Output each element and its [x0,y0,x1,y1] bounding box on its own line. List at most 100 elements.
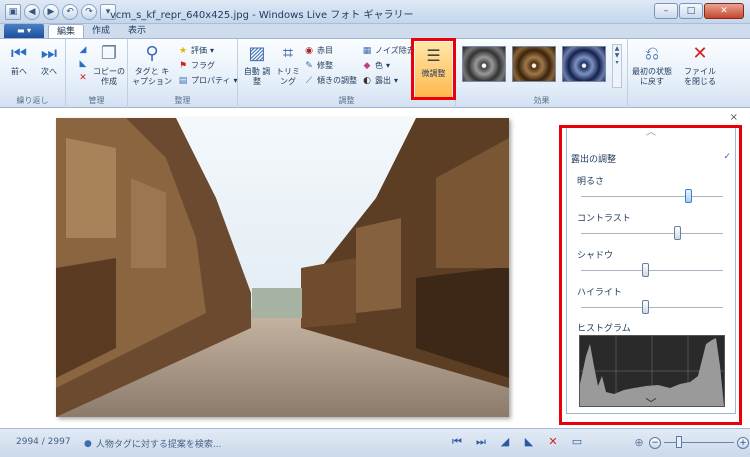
auto-adjust-button[interactable]: ▨ 自動 調整 [242,43,272,87]
rating-label: 評価 [191,46,207,55]
color-button[interactable]: ◆ 色 ▾ [362,60,390,71]
people-tag-hint[interactable]: ● 人物タグに対する提案を検索... [84,437,222,451]
status-actions: ⏮ ⏭ ◢ ◣ ✕ ▭ [450,435,584,449]
copy-icon: ❐ [100,43,118,64]
next-button[interactable]: ⏭ 次へ [36,43,62,77]
prev-button[interactable]: ⏮ 前へ [6,43,32,77]
color-label: 色 [375,61,383,70]
ribbon-tabs: ▬ ▾ 編集 作成 表示 [0,24,750,38]
copy-label: コピーの作成 [93,67,125,86]
ribbon: ⏮ 前へ ⏭ 次へ 繰り返し ◢ ◣ ✕ ❐ コピーの作成 管理 ⚲ タグと キ… [0,38,750,108]
tab-view[interactable]: 表示 [120,24,154,38]
exposure-button[interactable]: ◐ 露出 ▾ [362,75,398,86]
zoom-slider[interactable] [664,436,734,448]
prev-label: 前へ [11,67,27,76]
effect-thumb-cyan[interactable] [562,46,606,82]
application-menu-button[interactable]: ▬ ▾ [4,24,44,38]
star-icon: ★ [178,45,188,56]
eye-icon: ◉ [305,45,313,56]
tab-edit[interactable]: 編集 [48,24,85,38]
close-file-icon: ✕ [692,43,708,64]
rotate-left-icon: ◢ [79,45,87,55]
group-label-manage: 管理 [88,96,105,105]
straighten-label: 傾きの調整 [317,76,357,85]
properties-button[interactable]: ▤ プロパティ ▾ [178,75,238,86]
photo-view [56,118,509,417]
noise-label: ノイズ除去 [375,46,415,55]
redo-button[interactable]: ↷ [81,4,97,20]
prev-icon: ⏮ [10,43,28,64]
slideshow-icon[interactable]: ▭ [570,435,584,449]
group-navigation: ⏮ 前へ ⏭ 次へ 繰り返し [0,39,66,108]
status-bar: 2994 / 2997 ● 人物タグに対する提案を検索... ⏮ ⏭ ◢ ◣ ✕… [0,428,750,457]
delete-status-icon[interactable]: ✕ [546,435,560,449]
exposure-icon: ◐ [363,75,371,86]
forward-button[interactable]: ▶ [43,4,59,20]
close-file-button[interactable]: ✕ ファイル を閉じる [680,43,720,87]
revert-button[interactable]: ⎌ 最初の状態 に戻す [630,43,674,87]
next-label: 次へ [41,67,57,76]
zoom-out-button[interactable]: − [649,436,661,449]
tags-captions-button[interactable]: ⚲ タグと キャプション [132,43,172,87]
retouch-label: 修整 [317,61,333,70]
tag-icon: ⚲ [145,43,159,64]
delete-icon: ✕ [79,73,87,83]
redeye-button[interactable]: ◉ 赤目 [304,45,333,56]
effects-gallery-scroll[interactable]: ▲ ▼ ▾ [612,44,622,88]
group-label-effects: 効果 [533,96,550,105]
copy-button[interactable]: ❐ コピーの作成 [92,43,126,87]
color-icon: ◆ [363,60,371,71]
fine-adjust-highlight [411,38,456,100]
rating-button[interactable]: ★ 評価 ▾ [178,45,214,56]
revert-icon: ⎌ [644,43,660,64]
trim-label: トリミ ング [276,67,300,86]
crop-icon: ⌗ [282,43,294,64]
group-organize: ⚲ タグと キャプション ★ 評価 ▾ ⚑ フラグ ▤ プロパティ ▾ 整理 [128,39,238,108]
undo-button[interactable]: ↶ [62,4,78,20]
minimize-button[interactable]: – [654,3,678,19]
rotate-left-status-icon[interactable]: ◢ [498,435,512,449]
noise-button[interactable]: ▦ ノイズ除去 [362,45,415,56]
trim-button[interactable]: ⌗ トリミ ング [274,43,302,87]
zoom-in-button[interactable]: + [737,436,749,449]
tab-create[interactable]: 作成 [84,24,118,38]
redeye-label: 赤目 [317,46,333,55]
group-label-nav: 繰り返し [16,96,49,105]
people-icon: ● [84,438,92,449]
fit-icon[interactable]: ⊕ [632,436,646,449]
properties-label: プロパティ [191,76,231,85]
rotate-right-status-icon[interactable]: ◣ [522,435,536,449]
app-icon[interactable]: ▣ [5,4,21,20]
exposure-panel-highlight [559,125,742,425]
back-button[interactable]: ◀ [24,4,40,20]
close-file-label: ファイル を閉じる [684,67,716,86]
retouch-icon: ✎ [305,60,313,71]
straighten-icon: ⟋ [305,75,313,86]
flag-icon: ⚑ [178,60,188,71]
delete-small-button[interactable]: ✕ [78,73,88,83]
window-controls: – □ ✕ [654,3,744,19]
photo-count: 2994 / 2997 [16,437,71,447]
maximize-button[interactable]: □ [679,3,703,19]
straighten-button[interactable]: ⟋ 傾きの調整 [304,75,357,86]
flag-label: フラグ [191,61,215,70]
prev-photo-icon[interactable]: ⏮ [450,435,464,449]
street-photo [56,118,509,417]
effect-thumb-bw[interactable] [462,46,506,82]
title-bar: ▣ ◀ ▶ ↶ ↷ ▾ vcm_s_kf_repr_640x425.jpg - … [0,0,750,24]
tags-label: タグと キャプション [132,67,172,86]
close-window-button[interactable]: ✕ [704,3,744,19]
window-title: vcm_s_kf_repr_640x425.jpg - Windows Live… [110,10,414,21]
retouch-button[interactable]: ✎ 修整 [304,60,333,71]
rotate-right-button[interactable]: ◣ [78,59,88,69]
rotate-left-button[interactable]: ◢ [78,45,88,55]
panel-close-button[interactable]: × [730,112,738,123]
people-tag-hint-label: 人物タグに対する提案を検索... [95,440,222,450]
next-photo-icon[interactable]: ⏭ [474,435,488,449]
revert-label: 最初の状態 に戻す [632,67,672,86]
noise-icon: ▦ [362,45,372,56]
flag-button[interactable]: ⚑ フラグ [178,60,215,71]
zoom-knob[interactable] [676,436,682,448]
properties-icon: ▤ [178,75,188,86]
effect-thumb-sepia[interactable] [512,46,556,82]
